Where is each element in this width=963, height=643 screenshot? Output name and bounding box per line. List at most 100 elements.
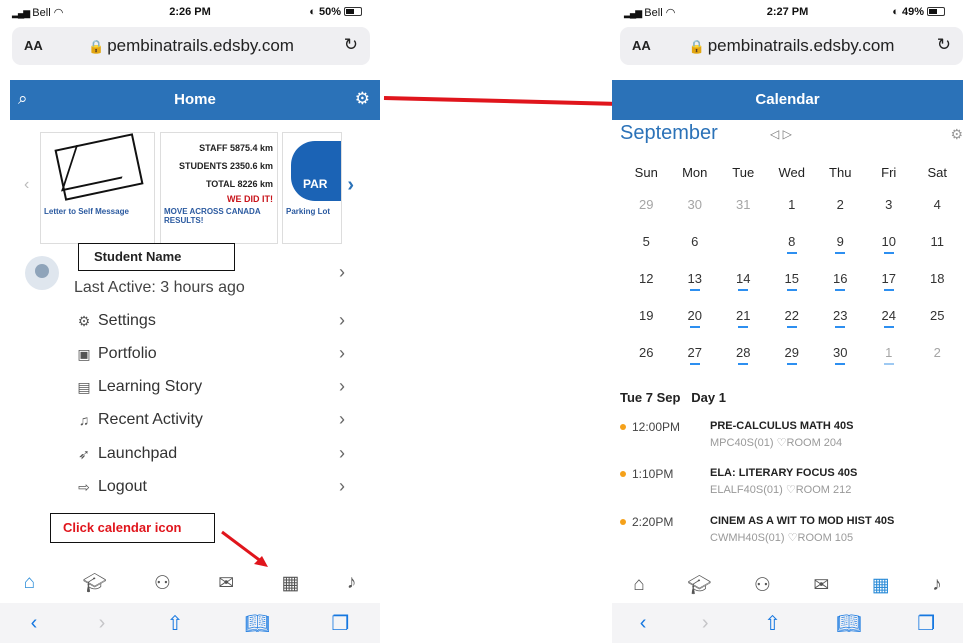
menu-label: Portfolio <box>98 345 157 362</box>
chevron-right-icon[interactable]: › <box>339 262 345 283</box>
forward-icon[interactable]: › <box>702 612 709 635</box>
location-icon: ♡ <box>787 532 798 544</box>
next-month-icon[interactable]: ▷ <box>783 127 792 141</box>
calendar-day[interactable]: 4 <box>913 193 962 223</box>
bookmarks-icon[interactable]: 📖︎ <box>245 611 270 636</box>
carousel-card[interactable]: PAR Parking Lot <box>282 132 342 244</box>
carousel-card[interactable]: STAFF 5875.4 km STUDENTS 2350.6 km TOTAL… <box>160 132 278 244</box>
calendar-day[interactable]: 27 <box>671 341 720 371</box>
carousel-prev-icon[interactable]: ‹ <box>24 176 29 194</box>
reload-icon[interactable]: ↻ <box>344 35 358 55</box>
calendar-day[interactable]: 29 <box>768 341 817 371</box>
graduation-cap-icon[interactable]: 🎓︎ <box>687 573 711 597</box>
calendar-day[interactable]: 31 <box>719 193 768 223</box>
mail-icon[interactable]: ✉ <box>218 572 234 595</box>
calendar-day[interactable]: 12 <box>622 267 671 297</box>
calendar-day-selected[interactable]: 7 <box>719 227 768 261</box>
calendar-day[interactable]: 23 <box>816 304 865 334</box>
calendar-day[interactable]: 9 <box>816 230 865 260</box>
url-text[interactable]: 🔒 pembinatrails.edsby.com <box>12 36 370 56</box>
calendar-day[interactable]: 18 <box>913 267 962 297</box>
calendar-week: 26 27 28 29 30 1 2 <box>622 341 963 371</box>
gear-icon[interactable]: ⚙ <box>950 126 963 143</box>
prev-month-icon[interactable]: ◁ <box>770 127 779 141</box>
calendar-day[interactable]: 15 <box>768 267 817 297</box>
reload-icon[interactable]: ↻ <box>937 35 951 55</box>
calendar-day[interactable]: 1 <box>768 193 817 223</box>
agenda-event[interactable]: 2:20PM CINEM AS A WIT TO MOD HIST 40S CW… <box>620 515 963 549</box>
calendar-day[interactable]: 22 <box>768 304 817 334</box>
calendar-day[interactable]: 30 <box>816 341 865 371</box>
share-icon[interactable]: ⇧ <box>764 611 781 636</box>
calendar-day[interactable]: 30 <box>671 193 720 223</box>
tabs-icon[interactable]: ❐ <box>917 611 935 636</box>
home-icon[interactable]: ⌂ <box>633 574 644 596</box>
calendar-day[interactable]: 2 <box>816 193 865 223</box>
menu-item-launchpad[interactable]: ➶ Launchpad › <box>74 441 350 471</box>
menu-item-learning-story[interactable]: ▤ Learning Story › <box>74 374 350 404</box>
calendar-day[interactable]: 17 <box>865 267 914 297</box>
carousel-next-icon[interactable]: › <box>347 174 354 197</box>
forward-icon[interactable]: › <box>99 612 106 635</box>
calendar-icon[interactable]: ▦ <box>282 572 300 595</box>
calendar-day[interactable]: 29 <box>622 193 671 223</box>
mail-icon[interactable]: ✉ <box>813 574 829 597</box>
calendar-day[interactable]: 2 <box>913 341 962 371</box>
tabs-icon[interactable]: ❐ <box>331 611 349 636</box>
back-icon[interactable]: ‹ <box>640 612 647 635</box>
share-icon[interactable]: ⇧ <box>167 611 184 636</box>
menu-item-settings[interactable]: ⚙ Settings › <box>74 308 350 338</box>
card-caption: Parking Lot <box>286 207 331 216</box>
people-icon[interactable]: ⚇ <box>154 572 171 595</box>
gear-icon[interactable]: ⚙ <box>355 89 370 109</box>
calendar-day[interactable]: 19 <box>622 304 671 334</box>
graduation-cap-icon[interactable]: 🎓︎ <box>82 571 106 595</box>
agenda-event[interactable]: 1:10PM ELA: LITERARY FOCUS 40S ELALF40S(… <box>620 467 963 501</box>
menu-item-portfolio[interactable]: ▣ Portfolio › <box>74 341 350 371</box>
calendar-icon[interactable]: ▦ <box>872 574 890 597</box>
calendar-day[interactable]: 25 <box>913 304 962 334</box>
calendar-day[interactable]: 24 <box>865 304 914 334</box>
calendar-day[interactable]: 11 <box>913 230 962 260</box>
calendar-day[interactable]: 26 <box>622 341 671 371</box>
calendar-day[interactable]: 3 <box>865 193 914 223</box>
calendar-day[interactable]: 16 <box>816 267 865 297</box>
bell-icon[interactable]: ♪ <box>347 572 357 594</box>
carousel-card[interactable]: Letter to Self Message <box>40 132 155 244</box>
calendar-day[interactable]: 5 <box>622 230 671 260</box>
battery-status: ◐ 49% <box>892 6 945 18</box>
menu-item-logout[interactable]: ⇨ Logout › <box>74 474 350 504</box>
menu-item-recent-activity[interactable]: ♫ Recent Activity › <box>74 407 350 437</box>
agenda-event[interactable]: 12:00PM PRE-CALCULUS MATH 40S MPC40S(01)… <box>620 420 963 454</box>
portfolio-icon: ▣ <box>77 346 91 362</box>
back-icon[interactable]: ‹ <box>31 612 38 635</box>
event-meta: ELALF40S(01) ♡ROOM 212 <box>710 484 852 496</box>
calendar-day[interactable]: 14 <box>719 267 768 297</box>
event-time: 2:20PM <box>632 515 674 529</box>
calendar-day[interactable]: 21 <box>719 304 768 334</box>
app-tab-bar: ⌂ 🎓︎ ⚇ ✉ ▦ ♪ <box>612 567 963 603</box>
address-bar[interactable]: AA 🔒 pembinatrails.edsby.com ↻ <box>12 27 370 65</box>
calendar-day[interactable]: 1 <box>865 341 914 371</box>
calendar-day[interactable]: 20 <box>671 304 720 334</box>
calendar-day[interactable]: 8 <box>768 230 817 260</box>
chevron-right-icon: › <box>339 343 345 363</box>
people-icon[interactable]: ⚇ <box>754 574 771 597</box>
battery-status: ◐ 50% <box>309 6 362 18</box>
weekday-label: Wed <box>778 165 806 180</box>
weekday-label: Fri <box>881 165 897 180</box>
home-icon[interactable]: ⌂ <box>24 572 35 594</box>
bell-icon[interactable]: ♪ <box>932 574 942 596</box>
card-caption: MOVE ACROSS CANADA RESULTS! <box>164 207 261 225</box>
calendar-day[interactable]: 28 <box>719 341 768 371</box>
weekday-label: Sun <box>634 165 658 180</box>
calendar-week: 12 13 14 15 16 17 18 <box>622 267 963 297</box>
calendar-day[interactable]: 13 <box>671 267 720 297</box>
bookmarks-icon[interactable]: 📖︎ <box>836 611 861 636</box>
calendar-day[interactable]: 6 <box>671 230 720 260</box>
avatar[interactable] <box>25 256 59 290</box>
url-text[interactable]: 🔒 pembinatrails.edsby.com <box>620 36 963 56</box>
calendar-day[interactable]: 10 <box>865 230 914 260</box>
address-bar[interactable]: AA 🔒 pembinatrails.edsby.com ↻ <box>620 27 963 65</box>
stats-image: STAFF 5875.4 km STUDENTS 2350.6 km TOTAL… <box>161 133 277 205</box>
